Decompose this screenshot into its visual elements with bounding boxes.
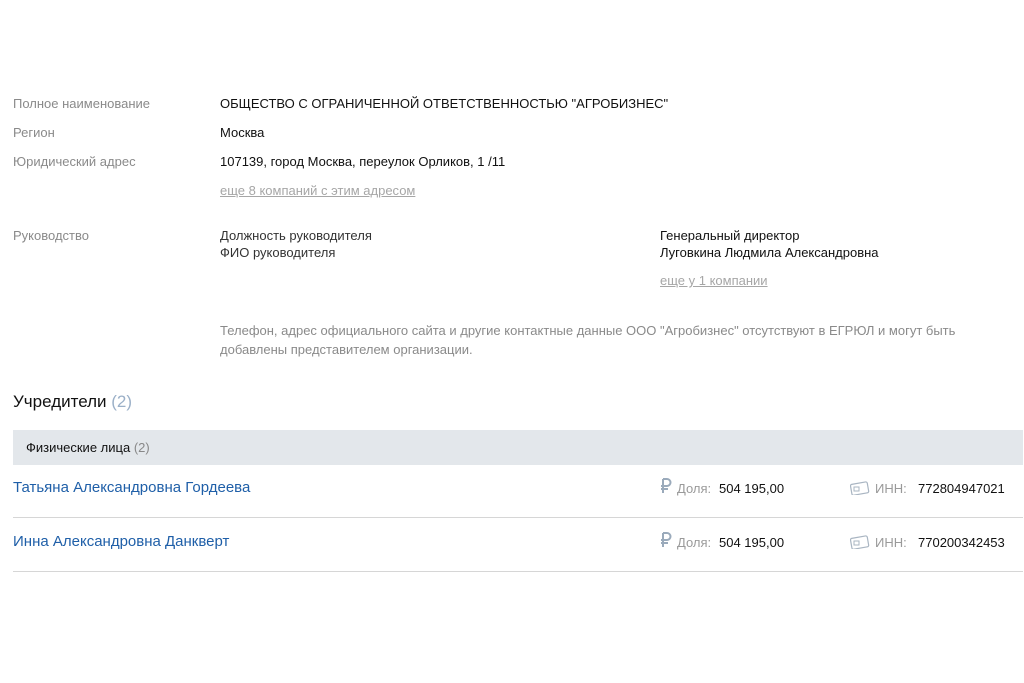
ruble-icon — [661, 478, 672, 493]
address-value: 107139, город Москва, переулок Орликов, … — [220, 154, 506, 169]
individuals-group-header: Физические лица (2) — [13, 430, 1023, 465]
director-other-companies-link[interactable]: еще у 1 компании — [660, 273, 768, 288]
founders-section-title: Учредители (2) — [13, 392, 132, 412]
individuals-group-label: Физические лица (2) — [26, 440, 150, 455]
founder-name-link[interactable]: Инна Александровна Данкверт — [13, 533, 229, 550]
inn-value: 772804947021 — [918, 481, 1005, 496]
same-address-companies-link[interactable]: еще 8 компаний с этим адресом — [220, 183, 415, 198]
inn-value: 770200342453 — [918, 535, 1005, 550]
individuals-group-title: Физические лица — [26, 440, 131, 455]
full-name-value: ОБЩЕСТВО С ОГРАНИЧЕННОЙ ОТВЕТСТВЕННОСТЬЮ… — [220, 96, 669, 111]
founders-count: (2) — [111, 392, 133, 411]
director-name-value: Луговкина Людмила Александровна — [660, 245, 879, 260]
founder-row: Татьяна Александровна Гордеева Доля: 504… — [13, 465, 1023, 518]
id-card-icon — [850, 481, 870, 495]
individuals-group-count: (2) — [133, 440, 150, 455]
full-name-label: Полное наименование — [13, 96, 151, 111]
director-position-label: Должность руководителя — [220, 228, 372, 243]
ruble-icon — [661, 532, 672, 547]
management-label: Руководство — [13, 228, 89, 243]
region-value: Москва — [220, 125, 265, 140]
inn-label: ИНН: — [875, 481, 907, 496]
founders-title: Учредители — [13, 392, 107, 411]
director-name-label: ФИО руководителя — [220, 245, 336, 260]
share-value: 504 195,00 — [719, 481, 785, 496]
share-label: Доля: — [677, 481, 712, 496]
inn-label: ИНН: — [875, 535, 907, 550]
region-label: Регион — [13, 125, 55, 140]
founder-row: Инна Александровна Данкверт Доля: 504 19… — [13, 519, 1023, 572]
founder-name-link[interactable]: Татьяна Александровна Гордеева — [13, 479, 250, 496]
director-position-value: Генеральный директор — [660, 228, 800, 243]
contact-info-note: Телефон, адрес официального сайта и друг… — [220, 323, 956, 357]
share-value: 504 195,00 — [719, 535, 785, 550]
address-label: Юридический адрес — [13, 154, 136, 169]
id-card-icon — [850, 535, 870, 549]
share-label: Доля: — [677, 535, 712, 550]
